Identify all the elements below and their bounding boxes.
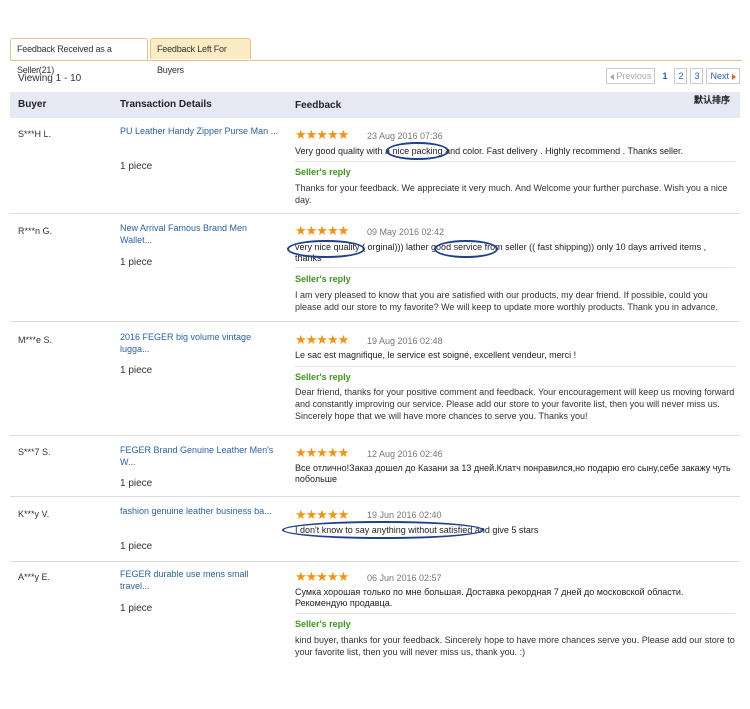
product-link[interactable]: PU Leather Handy Zipper Purse Man ... [120,125,280,137]
quantity: 1 piece [120,478,153,489]
sort-default-link[interactable]: 默认排序 [694,93,730,106]
buyer-name: S***7 S. [18,447,51,457]
column-header-feedback: Feedback [295,100,342,111]
product-link[interactable]: FEGER durable use mens small travel... [120,568,280,592]
column-header-buyer: Buyer [18,99,47,110]
feedback-text: Le sac est magnifique, le service est so… [295,350,577,360]
rating-stars-icon: ★★★★★ [295,223,349,238]
feedback-date: 06 Jun 2016 02:57 [367,573,442,583]
seller-reply-text: I am very pleased to know that you are s… [295,290,718,312]
feedback-date: 12 Aug 2016 02:46 [367,449,443,459]
table-row: A***y E. FEGER durable use mens small tr… [10,562,740,672]
annotation-oval [386,142,449,160]
feedback-date: 23 Aug 2016 07:36 [367,131,443,141]
table-header: Buyer Transaction Details Feedback [10,92,740,118]
seller-reply-heading: Seller's reply [295,167,351,177]
buyer-name: S***H L. [18,129,52,139]
divider [295,267,735,268]
chevron-left-icon [610,73,615,80]
next-label: Next [710,71,729,81]
next-page-button[interactable]: Next [706,68,740,84]
table-row: S***7 S. FEGER Brand Genuine Leather Men… [10,436,740,497]
rating-stars-icon: ★★★★★ [295,445,349,460]
seller-reply-text: kind buyer, thanks for your feedback. Si… [295,635,735,657]
quantity: 1 piece [120,257,153,268]
seller-reply-text: Dear friend, thanks for your positive co… [295,387,735,421]
feedback-date: 09 May 2016 02:42 [367,227,445,237]
buyer-name: K***y V. [18,509,50,519]
quantity: 1 piece [120,603,153,614]
previous-label: Previous [616,71,652,81]
seller-reply-heading: Seller's reply [295,274,351,284]
feedback-text: Сумка хорошая только по мне большая. Дос… [295,587,684,608]
seller-reply-text: Thanks for your feedback. We appreciate … [295,183,728,205]
feedback-date: 19 Aug 2016 02:48 [367,336,443,346]
quantity: 1 piece [120,541,153,552]
divider [295,366,735,367]
chevron-right-icon [732,73,736,80]
table-row: R***n G. New Arrival Famous Brand Men Wa… [10,214,740,322]
annotation-oval [287,240,365,258]
feedback-text: Все отлично!Заказ дошел до Казани за 13 … [295,463,731,484]
rating-stars-icon: ★★★★★ [295,569,349,584]
annotation-oval [282,521,484,539]
product-link[interactable]: 2016 FEGER big volume vintage lugga... [120,331,280,355]
pagination: Previous 1 2 3 Next [606,68,740,84]
previous-page-button[interactable]: Previous [606,68,656,84]
table-row: M***e S. 2016 FEGER big volume vintage l… [10,322,740,436]
seller-reply-heading: Seller's reply [295,372,351,382]
feedback-tabs: Feedback Received as a Seller(21) Feedba… [10,38,742,75]
feedback-date: 19 Jun 2016 02:40 [367,510,442,520]
quantity: 1 piece [120,365,153,376]
buyer-name: A***y E. [18,572,51,582]
product-link[interactable]: New Arrival Famous Brand Men Wallet... [120,222,280,246]
seller-reply-heading: Seller's reply [295,619,351,629]
rating-stars-icon: ★★★★★ [295,507,349,522]
quantity: 1 piece [120,161,153,172]
tab-left-for-buyers[interactable]: Feedback Left For Buyers [150,38,251,75]
page-2-link[interactable]: 2 [674,68,688,84]
product-link[interactable]: fashion genuine leather business ba... [120,505,280,517]
product-link[interactable]: FEGER Brand Genuine Leather Men's W... [120,444,280,468]
page-3-link[interactable]: 3 [690,68,704,84]
divider [295,161,735,162]
page-1-link[interactable]: 1 [658,68,672,84]
column-header-transaction: Transaction Details [120,99,212,110]
rating-stars-icon: ★★★★★ [295,332,349,347]
tab-received-as-seller[interactable]: Feedback Received as a Seller(21) [10,38,148,75]
buyer-name: M***e S. [18,335,53,345]
divider [295,613,735,614]
annotation-oval [434,240,498,258]
table-row: S***H L. PU Leather Handy Zipper Purse M… [10,119,740,214]
viewing-range: Viewing 1 - 10 [18,73,82,84]
rating-stars-icon: ★★★★★ [295,127,349,142]
feedback-text: Very good quality with a nice packing an… [295,146,684,156]
buyer-name: R***n G. [18,226,53,236]
